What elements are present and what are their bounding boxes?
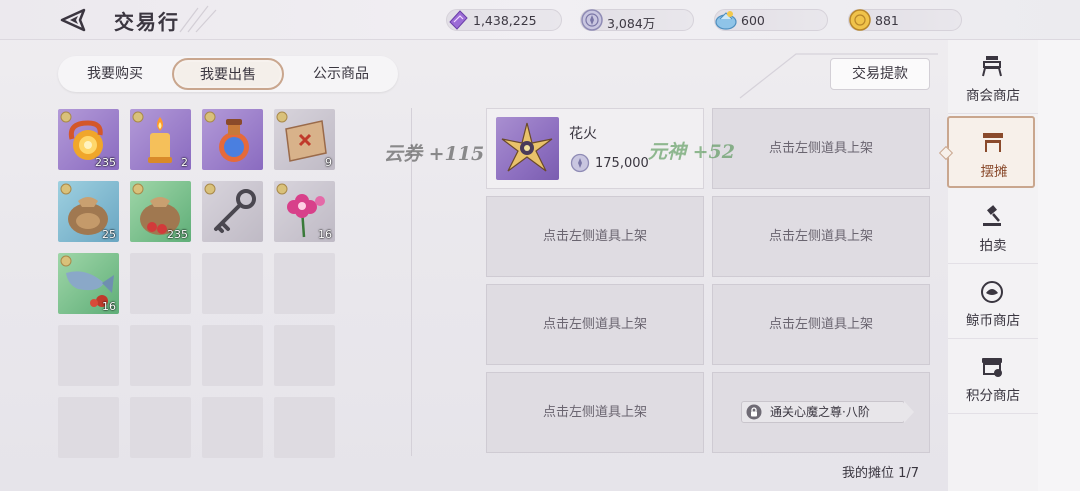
listed-item-price: 175,000 xyxy=(595,156,649,171)
sidebar-label: 商会商店 xyxy=(966,88,1020,104)
firework-flower-icon xyxy=(501,122,553,172)
sidebar-item-guild-shop[interactable]: 商会商店 xyxy=(948,42,1038,114)
tab-sell[interactable]: 我要出售 xyxy=(172,58,284,90)
right-sidebar: 商会商店 摆摊 拍卖 鲸币商店 积分商店 xyxy=(947,40,1038,491)
item-quantity: 16 xyxy=(102,300,116,313)
rarity-badge-icon xyxy=(276,111,288,123)
listed-item-name: 花火 xyxy=(569,126,597,142)
empty-slot xyxy=(274,253,335,314)
silver-coin-icon xyxy=(570,153,590,173)
currency-ticket: 1,438,225 xyxy=(446,9,562,31)
empty-slot xyxy=(202,253,263,314)
top-bar: 交易行 1,438,225 3,084万 600 881 xyxy=(0,0,1080,40)
empty-slot xyxy=(130,253,191,314)
inventory-item-golden-orb[interactable]: 235 xyxy=(58,109,119,170)
tab-public-goods[interactable]: 公示商品 xyxy=(296,56,386,92)
empty-slot xyxy=(58,325,119,386)
stall-slot-locked[interactable]: 通关心魔之尊·八阶 xyxy=(712,372,930,453)
listed-item-image xyxy=(496,117,559,180)
rarity-badge-icon xyxy=(132,183,144,195)
sidebar-item-points-shop[interactable]: 积分商店 xyxy=(948,342,1038,414)
stall-slot-empty[interactable]: 点击左侧道具上架 xyxy=(712,196,930,277)
unlock-requirement: 通关心魔之尊·八阶 xyxy=(741,401,914,423)
empty-slot xyxy=(274,325,335,386)
item-quantity: 2 xyxy=(181,156,188,169)
blue-gem-icon xyxy=(715,11,737,30)
item-quantity: 235 xyxy=(95,156,116,169)
silver-coin-icon xyxy=(581,9,603,31)
whale-coin-icon xyxy=(981,281,1003,303)
rarity-badge-icon xyxy=(60,255,72,267)
rarity-badge-icon xyxy=(276,183,288,195)
currency-gold: 881 xyxy=(848,9,962,31)
floating-reward-text: 元神 +52 xyxy=(648,141,735,163)
auction-hammer-icon xyxy=(983,205,1001,226)
title-decoration xyxy=(179,5,217,33)
empty-slot xyxy=(58,397,119,458)
stall-counter: 我的摊位 1/7 xyxy=(842,466,920,481)
rarity-badge-icon xyxy=(132,111,144,123)
empty-slot xyxy=(130,325,191,386)
back-arrow-icon[interactable] xyxy=(58,8,94,32)
empty-slot xyxy=(130,397,191,458)
right-edge xyxy=(1038,40,1080,491)
sidebar-item-whale-coin-shop[interactable]: 鲸币商店 xyxy=(948,267,1038,339)
gold-amount: 881 xyxy=(875,13,899,28)
empty-slot xyxy=(202,325,263,386)
inventory-item-flower[interactable]: 16 xyxy=(274,181,335,242)
item-quantity: 16 xyxy=(318,228,332,241)
lock-icon xyxy=(746,404,762,420)
inventory-item-key[interactable] xyxy=(202,181,263,242)
inventory-item-map[interactable]: 9 xyxy=(274,109,335,170)
currency-silver: 3,084万 xyxy=(580,9,694,31)
stall-slot-empty[interactable]: 点击左侧道具上架 xyxy=(486,372,704,453)
silver-amount: 3,084万 xyxy=(607,16,656,31)
sidebar-label: 积分商店 xyxy=(966,388,1020,404)
inventory-item-red-pouch[interactable]: 235 xyxy=(130,181,191,242)
points-shop-icon xyxy=(982,358,1002,377)
currency-gem: 600 xyxy=(714,9,828,31)
rarity-badge-icon xyxy=(204,111,216,123)
rarity-badge-icon xyxy=(60,183,72,195)
inventory-item-pouch[interactable]: 25 xyxy=(58,181,119,242)
purple-ticket-icon xyxy=(449,10,468,30)
gold-coin-icon xyxy=(849,9,871,31)
page-title: 交易行 xyxy=(114,10,180,34)
item-quantity: 235 xyxy=(167,228,188,241)
withdraw-button[interactable]: 交易提款 xyxy=(830,58,930,90)
inventory-item-candle[interactable]: 2 xyxy=(130,109,191,170)
guild-shop-icon xyxy=(982,56,1002,77)
stall-slot-empty[interactable]: 点击左侧道具上架 xyxy=(486,284,704,365)
stall-slot-empty[interactable]: 点击左侧道具上架 xyxy=(486,196,704,277)
pill-arrow xyxy=(904,401,914,423)
sidebar-item-auction[interactable]: 拍卖 xyxy=(948,192,1038,264)
empty-slot xyxy=(202,397,263,458)
sidebar-label: 摆摊 xyxy=(980,164,1008,180)
gem-amount: 600 xyxy=(741,13,765,28)
sidebar-label: 拍卖 xyxy=(979,238,1007,254)
trade-tabs: 我要购买 我要出售 公示商品 xyxy=(58,56,398,92)
inventory-item-potion[interactable] xyxy=(202,109,263,170)
item-quantity: 9 xyxy=(325,156,332,169)
tab-buy[interactable]: 我要购买 xyxy=(70,56,160,92)
sidebar-label: 鲸币商店 xyxy=(966,313,1020,329)
inventory-item-fish[interactable]: 16 xyxy=(58,253,119,314)
item-quantity: 25 xyxy=(102,228,116,241)
rarity-badge-icon xyxy=(60,111,72,123)
stall-slot-empty[interactable]: 点击左侧道具上架 xyxy=(712,108,930,189)
stall-slot-empty[interactable]: 点击左侧道具上架 xyxy=(712,284,930,365)
sidebar-item-stall[interactable]: 摆摊 xyxy=(947,116,1035,188)
empty-slot xyxy=(274,397,335,458)
ticket-amount: 1,438,225 xyxy=(473,13,537,28)
stall-icon xyxy=(983,133,1003,152)
unlock-requirement-text: 通关心魔之尊·八阶 xyxy=(770,405,870,419)
rarity-badge-icon xyxy=(204,183,216,195)
floating-reward-text: 云券 +115 xyxy=(384,143,485,165)
